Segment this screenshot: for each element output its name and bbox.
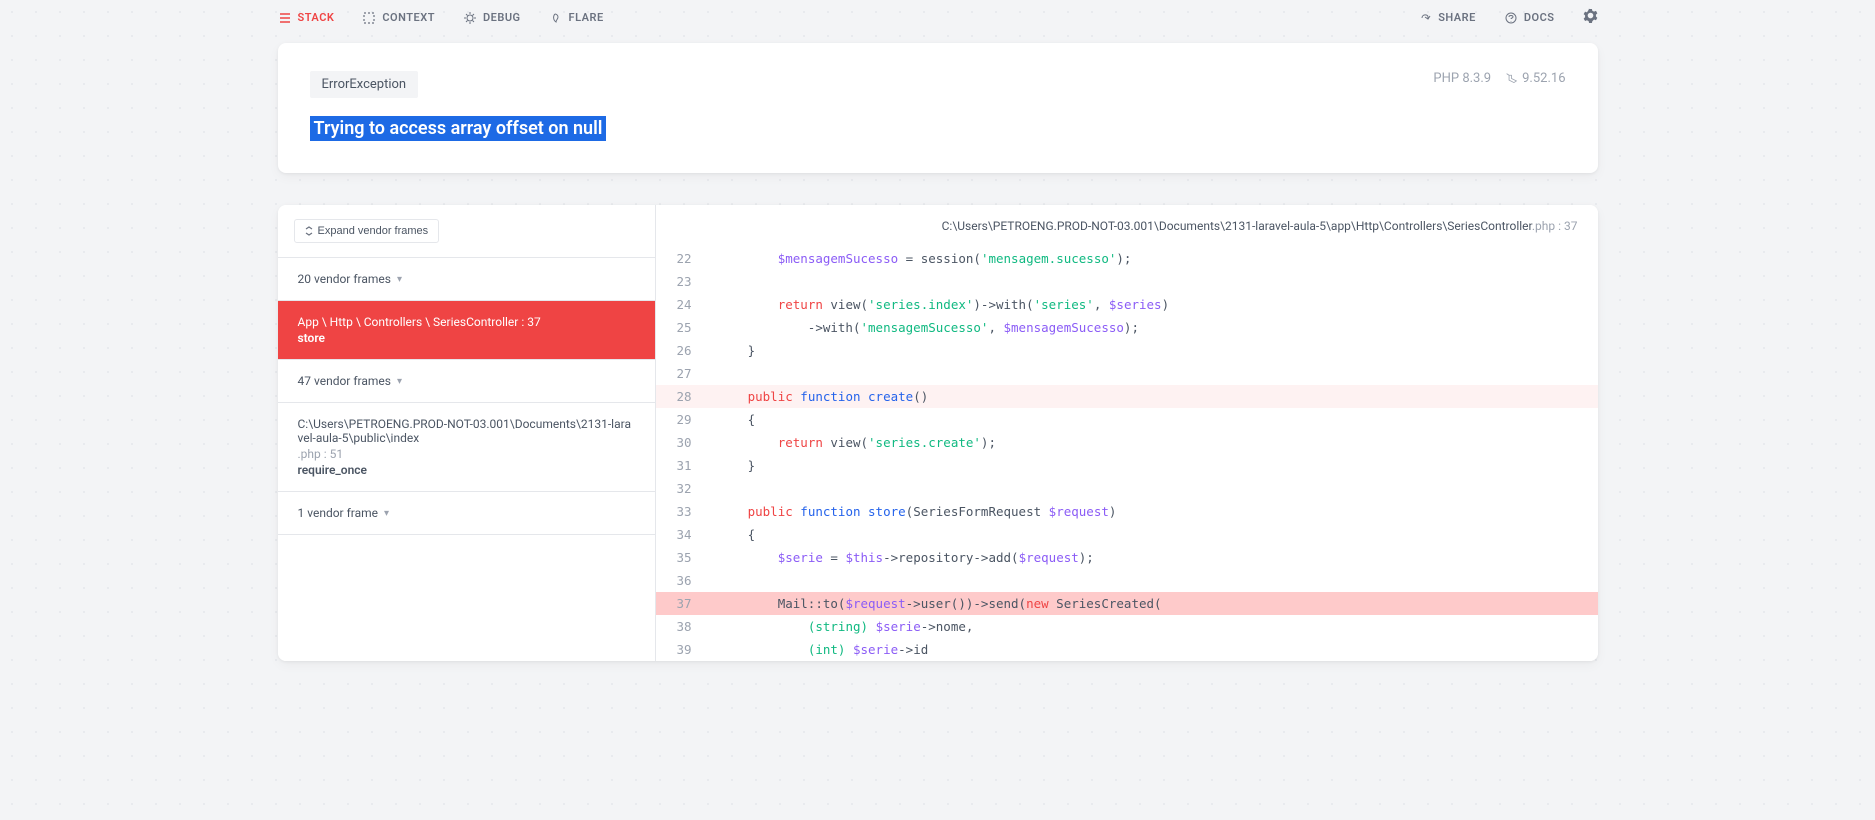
line-number: 27 (656, 362, 706, 385)
line-number: 38 (656, 615, 706, 638)
nav-stack[interactable]: STACK (278, 11, 335, 25)
chevron-down-icon: ▾ (384, 508, 389, 519)
vendor-frames-1-label: 20 vendor frames (298, 272, 391, 286)
code-line-highlight: 28 public function create() (656, 385, 1598, 408)
code-line: 36 (656, 569, 1598, 592)
expand-label: Expand vendor frames (318, 225, 429, 237)
code-file-path-text: C:\Users\PETROENG.PROD-NOT-03.001\Docume… (942, 219, 1532, 233)
docs-icon (1504, 11, 1518, 25)
gear-icon (1583, 8, 1598, 23)
code-line: 23 (656, 270, 1598, 293)
laravel-icon (1505, 72, 1518, 85)
version-info: PHP 8.3.9 9.52.16 (1433, 71, 1565, 86)
code-line: 24 return view('series.index')->with('se… (656, 293, 1598, 316)
line-number: 37 (656, 592, 706, 615)
frame-detail-path: C:\Users\PETROENG.PROD-NOT-03.001\Docume… (298, 417, 635, 445)
code-line: 26 } (656, 339, 1598, 362)
line-number: 22 (656, 247, 706, 270)
php-version: PHP 8.3.9 (1433, 71, 1491, 86)
line-number: 28 (656, 385, 706, 408)
error-message: Trying to access array offset on null (310, 116, 607, 141)
nav-docs[interactable]: DOCS (1504, 11, 1555, 25)
error-header-card: ErrorException PHP 8.3.9 9.52.16 Trying … (278, 43, 1598, 173)
nav-share-label: SHARE (1438, 11, 1476, 24)
code-lines: 22 $mensagemSucesso = session('mensagem.… (656, 247, 1598, 661)
code-line: 22 $mensagemSucesso = session('mensagem.… (656, 247, 1598, 270)
code-line: 27 (656, 362, 1598, 385)
chevron-down-icon: ▾ (397, 376, 402, 387)
vendor-frames-group-2[interactable]: 47 vendor frames ▾ (278, 360, 655, 403)
line-number: 30 (656, 431, 706, 454)
active-frame[interactable]: App \ Http \ Controllers \ SeriesControl… (278, 301, 655, 360)
code-line: 38 (string) $serie->nome, (656, 615, 1598, 638)
nav-debug[interactable]: DEBUG (463, 11, 521, 25)
line-number: 36 (656, 569, 706, 592)
code-line: 39 (int) $serie->id (656, 638, 1598, 661)
settings-button[interactable] (1583, 8, 1598, 27)
code-file-path: C:\Users\PETROENG.PROD-NOT-03.001\Docume… (656, 205, 1598, 247)
laravel-version: 9.52.16 (1522, 71, 1565, 86)
chevron-down-icon: ▾ (397, 274, 402, 285)
vendor-frames-group-1[interactable]: 20 vendor frames ▾ (278, 258, 655, 301)
line-number: 31 (656, 454, 706, 477)
line-number: 29 (656, 408, 706, 431)
nav-share[interactable]: SHARE (1418, 11, 1476, 25)
nav-flare-label: FLARE (569, 11, 604, 24)
expand-vendor-frames-button[interactable]: Expand vendor frames (294, 219, 440, 243)
vendor-frames-3-label: 1 vendor frame (298, 506, 379, 520)
vendor-frames-group-3[interactable]: 1 vendor frame ▾ (278, 492, 655, 535)
expand-icon (305, 226, 313, 236)
code-file-ext: .php : 37 (1532, 219, 1578, 233)
nav-stack-label: STACK (298, 11, 335, 24)
line-number: 39 (656, 638, 706, 661)
line-number: 26 (656, 339, 706, 362)
stack-icon (278, 11, 292, 25)
stack-sidebar: Expand vendor frames 20 vendor frames ▾ … (278, 205, 656, 661)
code-line: 29 { (656, 408, 1598, 431)
stack-trace-card: Expand vendor frames 20 vendor frames ▾ … (278, 205, 1598, 661)
line-number: 34 (656, 523, 706, 546)
line-number: 32 (656, 477, 706, 500)
line-number: 25 (656, 316, 706, 339)
line-number: 33 (656, 500, 706, 523)
nav-docs-label: DOCS (1524, 11, 1555, 24)
code-line: 35 $serie = $this->repository->add($requ… (656, 546, 1598, 569)
context-icon (362, 11, 376, 25)
active-frame-function: store (298, 331, 635, 345)
active-frame-path: App \ Http \ Controllers \ SeriesControl… (298, 315, 635, 329)
code-line: 33 public function store(SeriesFormReque… (656, 500, 1598, 523)
frame-detail-function: require_once (298, 463, 635, 477)
code-panel: C:\Users\PETROENG.PROD-NOT-03.001\Docume… (656, 205, 1598, 661)
frame-detail[interactable]: C:\Users\PETROENG.PROD-NOT-03.001\Docume… (278, 403, 655, 492)
share-icon (1418, 11, 1432, 25)
nav-debug-label: DEBUG (483, 11, 521, 24)
exception-class-badge: ErrorException (310, 71, 419, 98)
code-line-error: 37 Mail::to($request->user())->send(new … (656, 592, 1598, 615)
nav-context[interactable]: CONTEXT (362, 11, 435, 25)
code-line: 31 } (656, 454, 1598, 477)
line-number: 24 (656, 293, 706, 316)
code-line: 32 (656, 477, 1598, 500)
frame-detail-meta: .php : 51 (298, 447, 635, 461)
nav-context-label: CONTEXT (382, 11, 435, 24)
line-number: 23 (656, 270, 706, 293)
debug-icon (463, 11, 477, 25)
code-line: 25 ->with('mensagemSucesso', $mensagemSu… (656, 316, 1598, 339)
flare-icon (549, 11, 563, 25)
nav-flare[interactable]: FLARE (549, 11, 604, 25)
line-number: 35 (656, 546, 706, 569)
code-line: 34 { (656, 523, 1598, 546)
top-nav: STACK CONTEXT DEBUG FLARE (278, 0, 1598, 43)
code-line: 30 return view('series.create'); (656, 431, 1598, 454)
vendor-frames-2-label: 47 vendor frames (298, 374, 391, 388)
